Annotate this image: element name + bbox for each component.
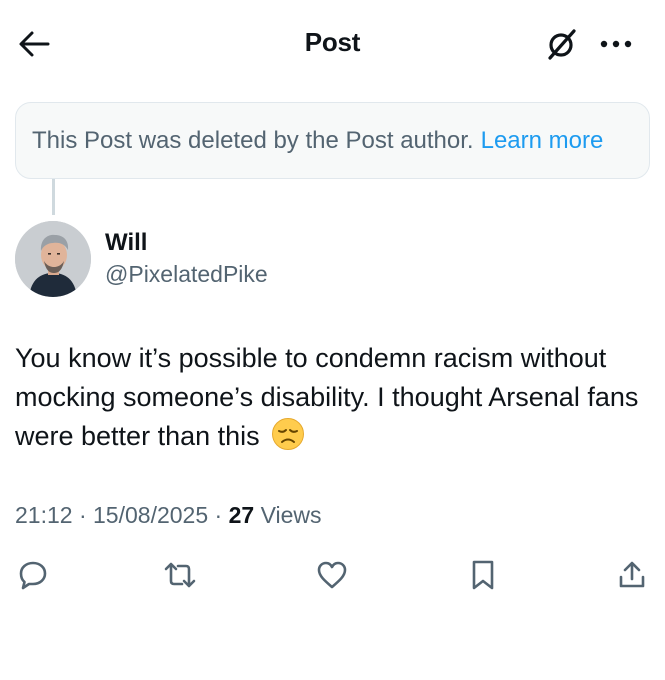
- learn-more-link[interactable]: Learn more: [481, 127, 604, 155]
- post-date[interactable]: 15/08/2025: [93, 502, 208, 528]
- avatar[interactable]: [15, 221, 91, 297]
- share-icon: [619, 561, 645, 588]
- bookmark-icon: [472, 560, 494, 590]
- reply-icon: [19, 561, 47, 590]
- more-dots-icon: [600, 40, 632, 48]
- meta-separator: ·: [72, 502, 94, 528]
- post-body: You know it’s possible to condemn racism…: [15, 339, 655, 462]
- more-button[interactable]: [596, 24, 636, 64]
- views-label: Views: [254, 502, 322, 528]
- post-text: You know it’s possible to condemn racism…: [15, 343, 639, 451]
- grok-button[interactable]: [542, 24, 582, 64]
- like-button[interactable]: [310, 553, 354, 597]
- post-time[interactable]: 21:12: [15, 502, 73, 528]
- disappointed-face-icon: [271, 417, 305, 462]
- reply-button[interactable]: [11, 553, 55, 597]
- repost-button[interactable]: [158, 553, 202, 597]
- thread-connector: [52, 179, 55, 215]
- notice-text: This Post was deleted by the Post author…: [32, 126, 474, 154]
- avatar-photo: [15, 221, 91, 297]
- author-handle[interactable]: @PixelatedPike: [105, 261, 268, 288]
- bookmark-button[interactable]: [461, 553, 505, 597]
- repost-icon: [164, 562, 196, 588]
- share-button[interactable]: [610, 553, 654, 597]
- views-count[interactable]: 27: [229, 502, 255, 528]
- heart-icon: [317, 561, 347, 589]
- author-name[interactable]: Will: [105, 229, 147, 257]
- top-bar: Post: [0, 0, 665, 90]
- grok-icon: [548, 29, 576, 60]
- meta-separator: ·: [208, 502, 229, 528]
- post-page: Post This Post was deleted by the Post a…: [0, 0, 665, 680]
- deleted-post-notice: This Post was deleted by the Post author…: [15, 102, 650, 179]
- post-meta: 21:12 · 15/08/2025 · 27 Views: [15, 502, 322, 529]
